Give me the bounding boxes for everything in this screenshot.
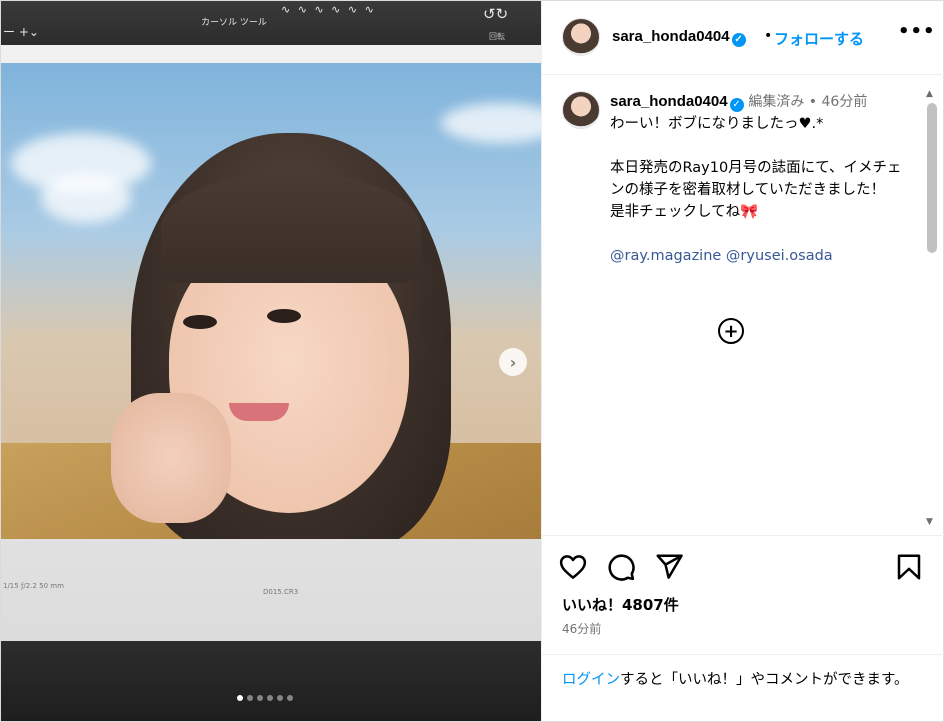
rotate-icon: ↺↻ bbox=[483, 5, 509, 23]
save-button[interactable] bbox=[894, 552, 924, 582]
comments-scrollbar[interactable]: ▲ ▼ bbox=[924, 89, 938, 529]
comment-button[interactable] bbox=[606, 552, 636, 582]
avatar[interactable] bbox=[562, 18, 600, 56]
photo-meta-center: D015.CR3 bbox=[263, 588, 299, 596]
post-actions: いいね！4807件 46分前 ログインすると「いいね！」やコメントができます。 bbox=[542, 535, 944, 721]
photo-bottom-strip bbox=[1, 641, 541, 721]
likes-count[interactable]: いいね！4807件 bbox=[562, 594, 679, 615]
verified-badge-icon: ✓ bbox=[731, 33, 746, 47]
bookmark-icon bbox=[897, 554, 921, 580]
scroll-up-icon[interactable]: ▲ bbox=[926, 89, 933, 99]
photo-toolbar-left: ー +⌄ bbox=[3, 25, 39, 39]
send-icon bbox=[656, 554, 683, 579]
portrait-image bbox=[1, 63, 541, 539]
caption-header: sara_honda0404 ✓ 編集済み • 46分前 bbox=[610, 91, 867, 112]
photo-toolbar-squiggles: ∿ ∿ ∿ ∿ ∿ ∿ bbox=[281, 3, 376, 16]
caption-meta: 編集済み • 46分前 bbox=[748, 94, 868, 110]
carousel-dot bbox=[267, 695, 273, 701]
comments-area: sara_honda0404 ✓ 編集済み • 46分前 わーい！ボブになりました… bbox=[542, 75, 944, 535]
carousel-dot bbox=[287, 695, 293, 701]
scrollbar-thumb[interactable] bbox=[927, 103, 937, 253]
photo-meta-left: 1/15 ƒ/2.2 50 mm bbox=[3, 582, 64, 590]
caption-text: わーい！ボブになりましたっ♥.* 本日発売のRay10月号の誌面にて、イメチェン… bbox=[610, 113, 910, 267]
login-prompt: ログインすると「いいね！」やコメントができます。 bbox=[542, 654, 944, 688]
load-more-comments-button[interactable]: + bbox=[718, 318, 744, 344]
login-text: ログインすると「いいね！」やコメントができます。 bbox=[562, 669, 932, 691]
post-dialog: ー +⌄ カーソル ツール ∿ ∿ ∿ ∿ ∿ ∿ ↺↻ 回転 1/15 ƒ/2… bbox=[0, 0, 944, 722]
header-username[interactable]: sara_honda0404 ✓ bbox=[612, 28, 746, 47]
post-media[interactable]: ー +⌄ カーソル ツール ∿ ∿ ∿ ∿ ∿ ∿ ↺↻ 回転 1/15 ƒ/2… bbox=[1, 1, 541, 721]
caption-line: 本日発売のRay10月号の誌面にて、イメチェンの様子を密着取材していただきました… bbox=[610, 160, 902, 198]
next-slide-button[interactable]: › bbox=[499, 348, 527, 376]
login-rest: すると「いいね！」やコメントができます。 bbox=[620, 672, 909, 688]
caption-username[interactable]: sara_honda0404 bbox=[610, 93, 728, 110]
heart-icon bbox=[559, 555, 587, 579]
carousel-dot bbox=[277, 695, 283, 701]
header-separator: • bbox=[764, 28, 773, 44]
carousel-indicator bbox=[237, 695, 293, 701]
rotate-label: 回転 bbox=[489, 32, 505, 41]
comment-icon bbox=[608, 554, 635, 581]
post-header: sara_honda0404 ✓ • フォローする ••• bbox=[542, 1, 944, 75]
follow-button[interactable]: フォローする bbox=[774, 28, 864, 49]
post-time[interactable]: 46分前 bbox=[562, 620, 601, 637]
login-link[interactable]: ログイン bbox=[562, 672, 620, 688]
caption-avatar[interactable] bbox=[562, 91, 600, 129]
carousel-dot bbox=[237, 695, 243, 701]
header-username-text[interactable]: sara_honda0404 bbox=[612, 28, 730, 45]
plus-icon: + bbox=[723, 320, 739, 342]
photo-toolbar-strip: ー +⌄ カーソル ツール ∿ ∿ ∿ ∿ ∿ ∿ ↺↻ 回転 bbox=[1, 1, 541, 45]
chevron-right-icon: › bbox=[509, 352, 517, 372]
carousel-dot bbox=[257, 695, 263, 701]
photo-toolbar-label: カーソル ツール bbox=[201, 18, 267, 28]
carousel-dot bbox=[247, 695, 253, 701]
caption-line: わーい！ボブになりましたっ♥.* bbox=[610, 116, 824, 132]
like-button[interactable] bbox=[558, 552, 588, 582]
post-sidebar: sara_honda0404 ✓ • フォローする ••• sara_honda0… bbox=[541, 1, 944, 721]
caption-line: 是非チェックしてね🎀 bbox=[610, 204, 759, 220]
share-button[interactable] bbox=[654, 552, 684, 582]
verified-badge-icon: ✓ bbox=[729, 98, 744, 112]
caption-mentions[interactable]: @ray.magazine @ryusei.osada bbox=[610, 245, 910, 267]
scroll-down-icon[interactable]: ▼ bbox=[926, 517, 933, 527]
more-options-icon[interactable]: ••• bbox=[898, 21, 936, 42]
